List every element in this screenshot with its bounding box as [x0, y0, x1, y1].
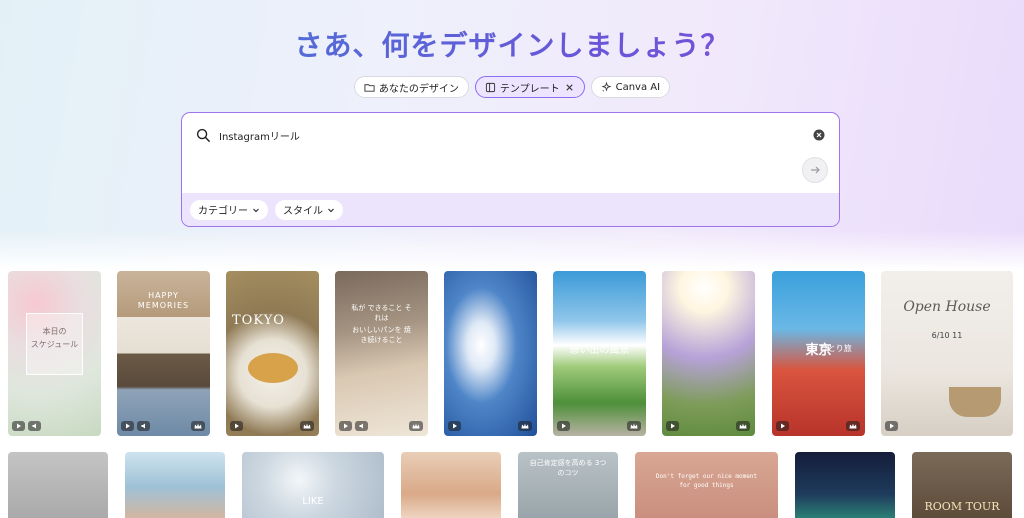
premium-crown-icon: [627, 421, 641, 431]
template-subtitle: ひとり旅: [820, 344, 852, 353]
template-card[interactable]: [795, 452, 895, 518]
chip-templates[interactable]: テンプレート: [474, 76, 585, 98]
clear-search-icon[interactable]: [813, 129, 825, 141]
submit-search-button[interactable]: [802, 157, 828, 183]
template-title: TOKYO: [232, 313, 285, 328]
premium-crown-icon: [846, 421, 860, 431]
premium-crown-icon: [300, 421, 314, 431]
template-title: 本日の: [42, 327, 67, 336]
sparkle-icon: [601, 81, 612, 92]
search-box[interactable]: Instagramリール カテゴリー スタイル: [181, 112, 840, 227]
premium-crown-icon: [736, 421, 750, 431]
search-icon: [196, 128, 211, 142]
template-card[interactable]: 本日の スケジュール: [8, 271, 101, 436]
template-title: Don't forget our nice moment for good th…: [655, 473, 758, 489]
arrow-right-icon: [811, 166, 820, 174]
template-grid-row-1: 本日の スケジュール HAPPY MEMORIES TOKYO 私が できること…: [0, 271, 1024, 437]
play-icon[interactable]: [12, 421, 25, 431]
template-title: LIKE: [302, 496, 324, 507]
basket-image: [949, 387, 1001, 417]
sound-icon[interactable]: [137, 421, 150, 431]
chip-your-designs[interactable]: あなたのデザイン: [353, 76, 469, 98]
play-icon[interactable]: [448, 421, 461, 431]
template-title: Open House: [903, 299, 991, 315]
close-icon[interactable]: [564, 82, 575, 93]
template-card[interactable]: [8, 452, 108, 518]
filter-style-label: スタイル: [283, 206, 323, 217]
filter-bar: カテゴリー スタイル: [182, 193, 839, 226]
scope-chips: あなたのデザイン テンプレート Canva AI: [0, 76, 1024, 98]
template-subtitle: スケジュール: [30, 340, 79, 349]
template-title: 想い出の風景: [569, 345, 630, 356]
chevron-down-icon: [253, 208, 259, 212]
food-image: [248, 353, 298, 383]
template-card[interactable]: HAPPY MEMORIES: [117, 271, 210, 436]
play-icon[interactable]: [885, 421, 898, 431]
play-icon[interactable]: [666, 421, 679, 431]
folder-icon: [364, 83, 375, 92]
search-input[interactable]: Instagramリール: [219, 128, 813, 143]
page-headline: さあ、何をデザインしましょう？: [0, 24, 1024, 64]
template-card[interactable]: Don't forget our nice moment for good th…: [635, 452, 778, 518]
chip-templates-label: テンプレート: [499, 83, 560, 95]
play-icon[interactable]: [121, 421, 134, 431]
template-card[interactable]: [662, 271, 755, 436]
chip-your-designs-label: あなたのデザイン: [378, 83, 459, 95]
play-icon[interactable]: [776, 421, 789, 431]
template-title: HAPPY: [148, 291, 179, 300]
chip-canva-ai-label: Canva AI: [615, 81, 661, 93]
template-card[interactable]: 東京 ひとり旅: [772, 271, 865, 436]
sound-icon[interactable]: [355, 421, 368, 431]
template-card[interactable]: 私が できること それは おいしいパンを 焼き続けること: [335, 271, 428, 436]
premium-crown-icon: [409, 421, 423, 431]
filter-style-button[interactable]: スタイル: [275, 199, 343, 220]
play-icon[interactable]: [557, 421, 570, 431]
premium-crown-icon: [191, 421, 205, 431]
filter-category-button[interactable]: カテゴリー: [190, 199, 268, 220]
template-card[interactable]: 自己肯定感を高める 3つのコツ: [518, 452, 618, 518]
template-card[interactable]: [125, 452, 225, 518]
template-card[interactable]: 想い出の風景: [553, 271, 646, 436]
template-title: ROOM TOUR: [924, 500, 1000, 513]
template-card[interactable]: Open House 6/10 11: [881, 271, 1013, 436]
template-subtitle: 6/10 11: [931, 331, 963, 340]
premium-crown-icon: [518, 421, 532, 431]
chevron-down-icon: [328, 208, 334, 212]
template-subtitle: おいしいパンを 焼き続けること: [352, 326, 411, 344]
template-card[interactable]: ROOM TOUR: [912, 452, 1012, 518]
template-title: 私が できること それは: [351, 304, 412, 322]
filter-category-label: カテゴリー: [198, 206, 248, 217]
template-grid-row-2: LIKE 自己肯定感を高める 3つのコツ Don't forget our ni…: [0, 452, 1024, 518]
template-card[interactable]: [444, 271, 537, 436]
template-card[interactable]: LIKE: [242, 452, 384, 518]
template-title: 自己肯定感を高める 3つのコツ: [529, 459, 607, 477]
template-icon: [485, 82, 495, 92]
play-icon[interactable]: [339, 421, 352, 431]
chip-canva-ai[interactable]: Canva AI: [590, 76, 671, 98]
template-card[interactable]: TOKYO: [226, 271, 319, 436]
template-subtitle: MEMORIES: [137, 301, 190, 310]
template-card[interactable]: [401, 452, 501, 518]
play-icon[interactable]: [230, 421, 243, 431]
sound-icon[interactable]: [28, 421, 41, 431]
